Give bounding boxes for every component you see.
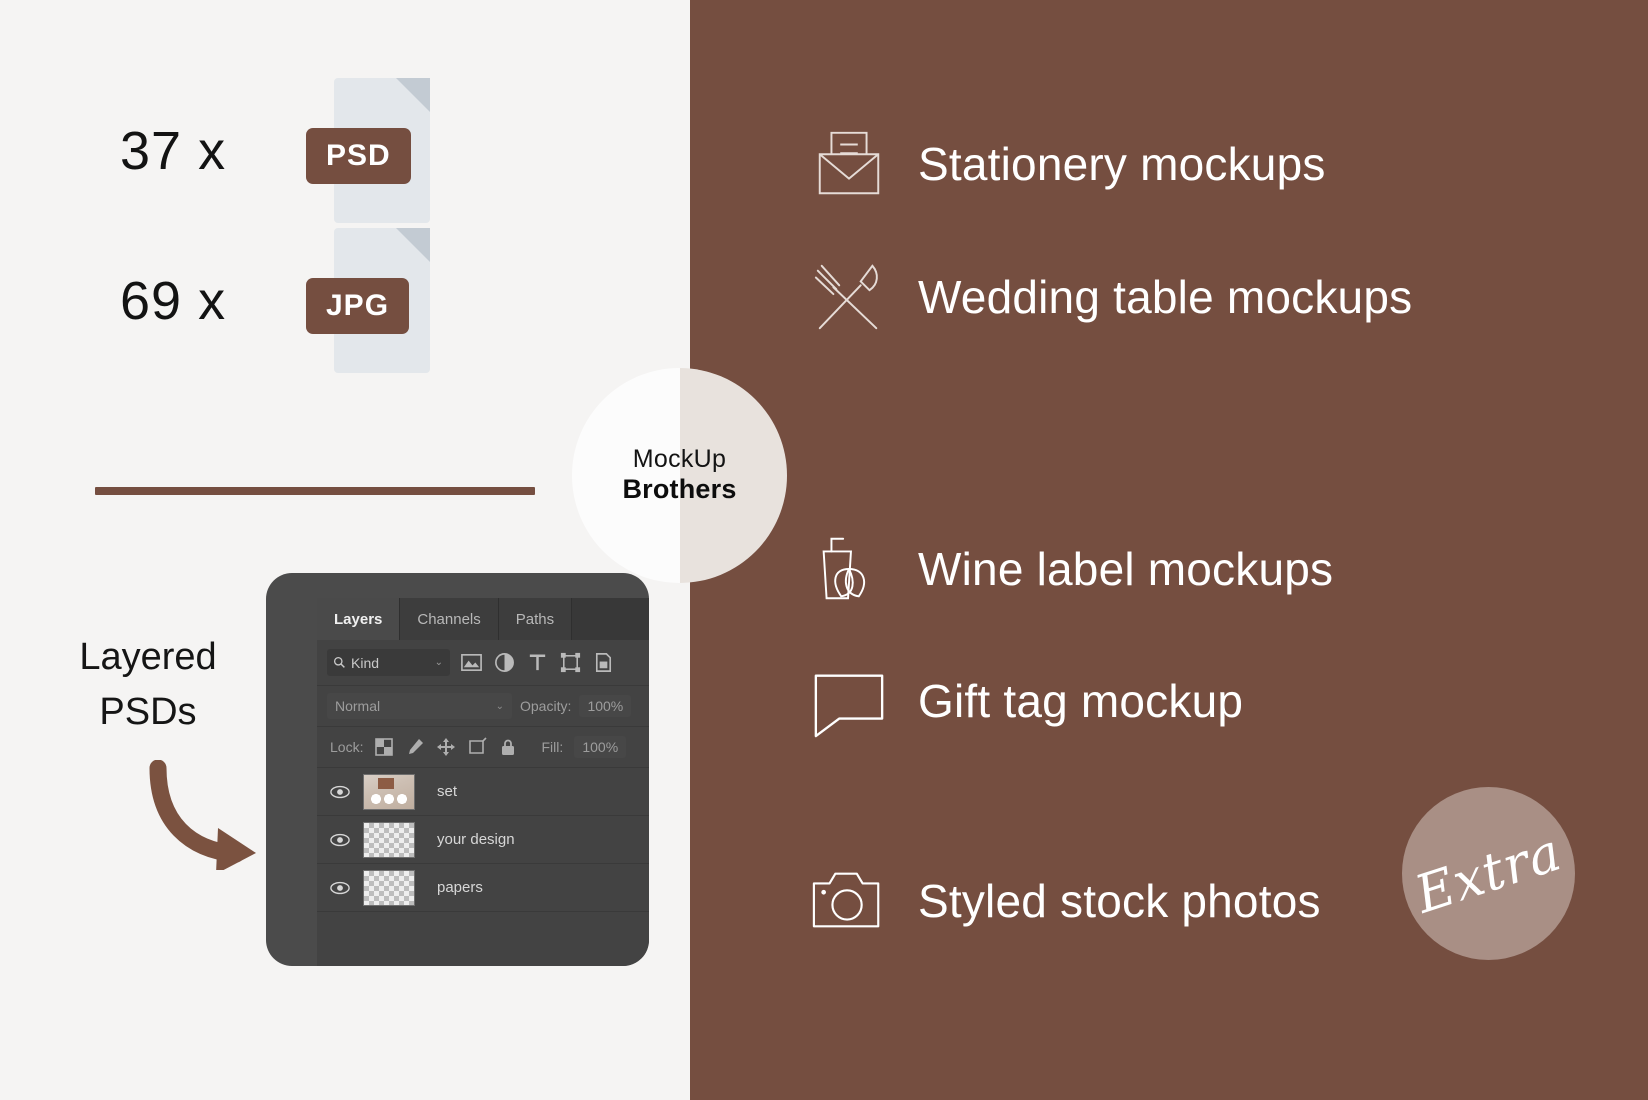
jpg-count-label: 69 x [120,270,227,331]
file-type-row-psd: 37 x PSD [120,78,430,223]
search-icon [333,656,345,668]
layer-thumbnail [363,773,415,810]
layer-name[interactable]: your design [437,831,515,848]
type-layer-filter-icon[interactable] [526,651,549,674]
feature-label: Stationery mockups [918,138,1326,190]
table-row[interactable]: papers [317,863,649,911]
blend-mode-row: Normal ⌄ Opacity: 100% [317,685,649,726]
shape-layer-filter-icon[interactable] [559,651,582,674]
layer-name[interactable]: set [437,783,457,800]
opacity-label: Opacity: [520,698,572,714]
eye-visibility-icon[interactable] [317,833,363,847]
left-divider-rule [95,487,535,495]
curved-arrow-icon [149,760,256,870]
feature-item-wine-label: Wine label mockups [810,530,1333,608]
lock-artboard-nesting-icon[interactable] [467,737,488,757]
layer-thumbnail [363,869,415,906]
camera-icon [812,872,880,928]
adjustment-layer-filter-icon[interactable] [493,651,516,674]
opacity-value[interactable]: 100% [579,695,632,717]
psd-format-badge: PSD [306,128,411,184]
lock-all-icon[interactable] [498,737,518,757]
lock-image-pixels-icon[interactable] [405,737,425,757]
chevron-down-icon: ⌄ [434,657,443,668]
eye-visibility-icon[interactable] [317,881,363,895]
layered-psds-label: Layered PSDs [48,630,248,740]
jpg-format-badge: JPG [306,278,410,334]
layered-psds-line2: PSDs [99,691,197,734]
psd-count-label: 37 x [120,120,227,181]
tab-strip-filler [572,598,649,640]
panel-bottom-strip [317,911,649,941]
lock-transparent-pixels-icon[interactable] [374,737,394,757]
feature-label: Styled stock photos [918,875,1321,927]
feature-item-wedding-table: Wedding table mockups [810,258,1412,336]
psd-file-icon: PSD [306,78,430,223]
tab-channels[interactable]: Channels [400,598,499,640]
logo-text-block: MockUp Brothers [622,445,736,506]
brand-name-line2: Brothers [622,474,737,505]
layered-psds-line1: Layered [79,636,217,678]
feature-item-stationery: Stationery mockups [810,125,1326,203]
feature-label: Wine label mockups [918,543,1334,595]
pixel-layer-filter-icon[interactable] [460,651,483,674]
layer-name[interactable]: papers [437,879,483,896]
tab-layers[interactable]: Layers [317,598,401,640]
right-panel: Stationery mockups Wedding table mockups [690,0,1648,1100]
brand-logo-badge: MockUp Brothers [572,368,787,583]
blend-mode-value: Normal [335,698,381,714]
filter-kind-dropdown[interactable]: Kind ⌄ [327,649,450,676]
photoshop-layers-panel[interactable]: Layers Channels Paths Kind ⌄ Normal ⌄ Op… [266,573,649,966]
promo-graphic: 37 x PSD 69 x JPG Layered PSDs Layers Ch… [0,0,1648,1100]
feature-item-gift-tag: Gift tag mockup [810,662,1243,740]
feature-label: Gift tag mockup [918,675,1244,727]
lock-position-icon[interactable] [436,737,456,757]
table-row[interactable]: set [317,767,649,815]
table-row[interactable]: your design [317,815,649,863]
smart-object-filter-icon[interactable] [592,651,615,674]
glass-leaf-icon [822,537,866,600]
jpg-file-icon: JPG [306,228,430,373]
feature-label: Wedding table mockups [918,271,1413,323]
blend-mode-dropdown[interactable]: Normal ⌄ [327,693,512,719]
photoshop-tab-strip: Layers Channels Paths [317,598,649,640]
filter-kind-label: Kind [351,654,380,671]
extra-badge: Extra [1402,787,1575,960]
file-type-row-jpg: 69 x JPG [120,228,430,373]
brand-name-line1: MockUp [632,444,727,473]
eye-visibility-icon[interactable] [317,785,363,799]
layer-thumbnail [363,821,415,858]
photoshop-panel-inner: Layers Channels Paths Kind ⌄ Normal ⌄ Op… [317,598,649,966]
extra-badge-label: Extra [1408,821,1569,926]
tab-paths[interactable]: Paths [498,598,573,640]
lock-label: Lock: [330,739,364,755]
layer-filter-row: Kind ⌄ [317,640,649,685]
fill-value[interactable]: 100% [574,736,627,758]
speech-tag-icon [814,674,884,738]
chevron-down-icon: ⌄ [495,700,504,712]
envelope-icon [818,131,880,195]
feature-item-styled-stock: Styled stock photos [810,862,1321,940]
fill-label: Fill: [541,739,564,755]
lock-row: Lock: Fill: 100% [317,726,649,767]
fork-knife-icon [814,264,878,330]
